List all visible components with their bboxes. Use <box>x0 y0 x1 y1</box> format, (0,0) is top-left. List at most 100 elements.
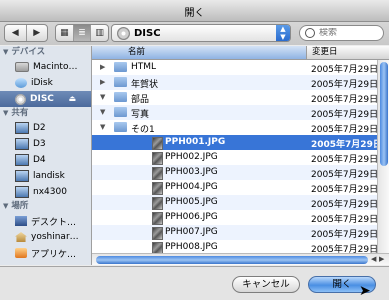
jpeg-file-icon <box>152 152 163 165</box>
history-nav: ◀ ▶ <box>4 24 48 42</box>
sidebar-item-idisk[interactable]: iDisk <box>0 75 91 91</box>
folder-icon <box>114 62 127 72</box>
computer-icon <box>15 170 29 182</box>
sidebar-item-nx4300[interactable]: nx4300 <box>0 184 91 200</box>
table-row[interactable]: ▶ 年賀状 2005年7月29日 <box>92 75 379 90</box>
disclosure-right-icon[interactable]: ▶ <box>100 78 105 86</box>
back-arrow-icon: ◀ <box>11 28 19 38</box>
sidebar-item-d3[interactable]: D3 <box>0 136 91 152</box>
file-name: PPH008.JPG <box>165 242 218 252</box>
file-name: 写真 <box>131 110 150 120</box>
column-headers: 名前 変更日 <box>92 46 389 60</box>
scroll-left-icon[interactable]: ◀ <box>371 255 376 263</box>
file-name: その1 <box>131 125 155 135</box>
table-row[interactable]: PPH007.JPG 2005年7月29日 <box>92 225 378 240</box>
table-row[interactable]: ▼ 写真 2005年7月29日 <box>92 105 378 120</box>
vertical-scrollbar[interactable] <box>377 60 389 253</box>
table-row[interactable]: PPH005.JPG 2005年7月29日 <box>92 195 378 210</box>
file-name: PPH006.JPG <box>165 212 218 222</box>
sidebar-section-shared[interactable]: ▼ 共有 <box>0 107 91 120</box>
cancel-button[interactable]: キャンセル <box>232 276 300 293</box>
search-input[interactable] <box>319 28 377 38</box>
sidebar-item-applications[interactable]: アプリケ… <box>0 245 91 261</box>
file-name: 部品 <box>131 95 150 105</box>
file-modified-date: 2005年7月29日 <box>311 80 379 90</box>
computer-icon <box>15 138 29 150</box>
sidebar-item-macintosh-hd[interactable]: Macinto… <box>0 59 91 75</box>
location-popup[interactable]: DISC ▲ ▼ <box>111 24 291 42</box>
table-row[interactable]: ▼ その1 2005年7月29日 <box>92 120 379 135</box>
disclosure-down-icon[interactable]: ▼ <box>100 123 105 131</box>
window-title: 開く <box>184 8 205 19</box>
idisk-icon <box>15 78 27 88</box>
scroll-right-icon[interactable]: ▶ <box>379 255 384 263</box>
applications-icon <box>15 248 27 258</box>
jpeg-file-icon <box>152 182 163 195</box>
sidebar-item-disc[interactable]: DISC ⏏ <box>0 91 91 107</box>
computer-icon <box>15 186 29 198</box>
column-header-name[interactable]: 名前 <box>92 46 307 59</box>
disclosure-down-icon: ▼ <box>3 109 9 117</box>
jpeg-file-icon <box>152 227 163 240</box>
icon-view-button[interactable]: ▦ <box>56 25 74 41</box>
forward-arrow-icon: ▶ <box>33 28 41 38</box>
folder-icon <box>114 122 127 132</box>
disclosure-right-icon[interactable]: ▶ <box>100 63 105 71</box>
file-name: PPH004.JPG <box>165 182 218 192</box>
disclosure-down-icon[interactable]: ▼ <box>100 108 105 116</box>
sidebar-section-devices[interactable]: ▼ デバイス <box>0 46 91 59</box>
back-button[interactable]: ◀ <box>5 25 27 41</box>
table-row[interactable]: PPH006.JPG 2005年7月29日 <box>92 210 378 225</box>
file-name: PPH005.JPG <box>165 197 218 207</box>
title-bar[interactable]: 開く <box>0 0 389 22</box>
sidebar-item-desktop[interactable]: デスクト… <box>0 213 91 229</box>
table-row[interactable]: ▼ 部品 2005年7月29日 <box>92 90 379 105</box>
vertical-scroll-thumb[interactable] <box>380 62 388 166</box>
column-view-button[interactable]: ▥ <box>91 25 108 41</box>
icon-view-icon: ▦ <box>60 28 69 38</box>
file-name: PPH001.JPG <box>165 137 226 147</box>
horizontal-scrollbar[interactable]: ◀ ▶ <box>92 253 389 265</box>
search-field[interactable] <box>299 25 384 41</box>
sidebar-item-d4[interactable]: D4 <box>0 152 91 168</box>
eject-icon[interactable]: ⏏ <box>68 94 76 103</box>
open-dialog: 開く ◀ ▶ ▦ ≣ ▥ DISC ▲▼ ▼デバイス Macinto… iDis… <box>0 0 389 300</box>
horizontal-scroll-thumb[interactable] <box>96 256 368 264</box>
file-modified-date: 2005年7月29日 <box>311 140 382 150</box>
button-bar: キャンセル 開く <box>0 266 389 300</box>
forward-button[interactable]: ▶ <box>27 25 48 41</box>
file-list: 名前 変更日 ▶ HTML 2005年7月29日 ▶ 年賀状 2005年7月29日 ▼ 部品 2… <box>92 46 389 265</box>
jpeg-file-icon <box>152 212 163 225</box>
table-row[interactable]: PPH001.JPG 2005年7月29日 <box>92 135 382 150</box>
table-row[interactable]: ▶ HTML 2005年7月29日 <box>92 60 378 75</box>
search-icon <box>305 28 315 38</box>
file-modified-date: 2005年7月29日 <box>311 125 379 135</box>
sidebar-item-landisk[interactable]: landisk <box>0 168 91 184</box>
sidebar-section-places[interactable]: ▼ 場所 <box>0 200 91 213</box>
file-name: PPH003.JPG <box>165 167 218 177</box>
file-modified-date: 2005年7月29日 <box>311 95 379 105</box>
view-switcher: ▦ ≣ ▥ <box>55 24 109 42</box>
file-modified-date: 2005年7月29日 <box>311 185 379 195</box>
disclosure-down-icon: ▼ <box>3 48 9 56</box>
jpeg-file-icon <box>152 167 163 180</box>
column-header-date[interactable]: 変更日 <box>308 46 338 59</box>
location-label: DISC <box>134 27 161 39</box>
jpeg-file-icon <box>152 137 163 150</box>
file-modified-date: 2005年7月29日 <box>311 155 379 165</box>
disclosure-down-icon[interactable]: ▼ <box>100 93 105 101</box>
column-view-icon: ▥ <box>95 28 104 38</box>
jpeg-file-icon <box>152 197 163 210</box>
computer-icon <box>15 154 29 166</box>
disclosure-down-icon: ▼ <box>3 202 9 210</box>
file-rows: ▶ HTML 2005年7月29日 ▶ 年賀状 2005年7月29日 ▼ 部品 2005年7月2… <box>92 60 382 265</box>
table-row[interactable]: PPH003.JPG 2005年7月29日 <box>92 165 378 180</box>
list-view-button[interactable]: ≣ <box>73 25 92 41</box>
folder-icon <box>114 107 127 117</box>
sidebar-item-home[interactable]: yoshinar… <box>0 229 91 245</box>
sidebar-item-d2[interactable]: D2 <box>0 120 91 136</box>
table-row[interactable]: PPH004.JPG 2005年7月29日 <box>92 180 379 195</box>
computer-icon <box>15 122 29 134</box>
table-row[interactable]: PPH002.JPG 2005年7月29日 <box>92 150 379 165</box>
folder-icon <box>114 92 127 102</box>
